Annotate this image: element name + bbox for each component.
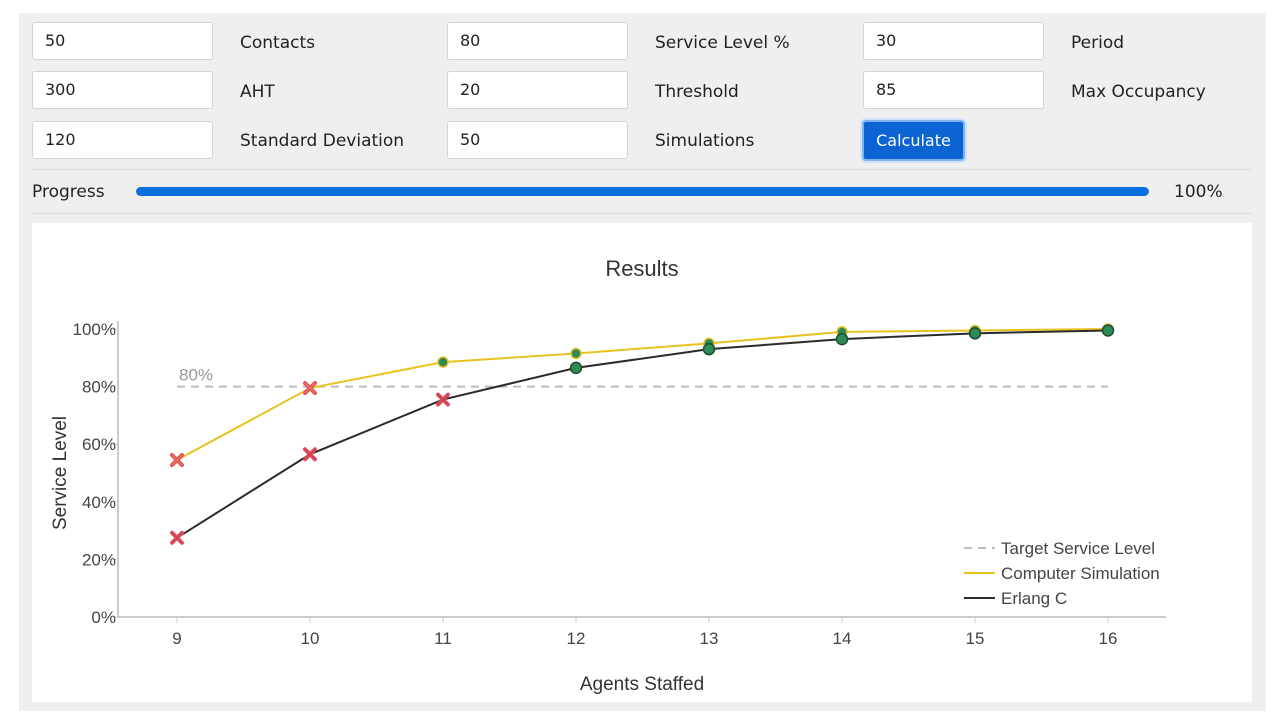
x-tick-label: 14 — [833, 629, 852, 648]
x-tick-label: 12 — [567, 629, 586, 648]
target-line-label: 80% — [179, 366, 213, 385]
threshold-input[interactable]: 20 — [447, 71, 628, 109]
data-point-outline — [171, 454, 183, 466]
data-point-outline — [171, 532, 183, 544]
max-occupancy-label: Max Occupancy — [1071, 82, 1206, 102]
aht-label: AHT — [240, 82, 275, 102]
service-level-label: Service Level % — [655, 33, 790, 53]
aht-input[interactable]: 300 — [32, 71, 213, 109]
service-level-input[interactable]: 80 — [447, 22, 628, 60]
data-point — [437, 356, 449, 368]
data-point — [570, 347, 582, 360]
y-tick-label: 20% — [82, 550, 116, 569]
y-axis-label: Service Level — [50, 416, 71, 530]
progress-label: Progress — [32, 182, 105, 202]
x-tick-label: 15 — [966, 629, 985, 648]
x-tick-label: 11 — [434, 629, 452, 648]
threshold-label: Threshold — [655, 82, 739, 102]
data-point — [968, 327, 982, 340]
divider — [32, 213, 1252, 214]
x-tick-label: 13 — [700, 629, 719, 648]
progress-fill — [136, 187, 1149, 196]
legend-label: Computer Simulation — [1001, 564, 1160, 583]
results-chart: Results Agents Staffed Service Level 0% 2… — [50, 256, 1166, 695]
y-tick-label: 0% — [91, 608, 116, 627]
y-tick-label: 60% — [82, 435, 116, 454]
series-line — [176, 328, 1109, 461]
data-point — [702, 342, 716, 356]
max-occupancy-input[interactable]: 85 — [863, 71, 1044, 109]
divider — [32, 169, 1252, 170]
x-tick-label: 16 — [1099, 629, 1118, 648]
results-chart-container: Results Agents Staffed Service Level 0% 2… — [32, 223, 1252, 702]
data-point — [835, 332, 849, 346]
calculate-button[interactable]: Calculate — [862, 120, 965, 161]
contacts-input[interactable]: 50 — [32, 22, 213, 60]
progress-bar — [136, 187, 1149, 196]
y-tick-label: 100% — [73, 320, 116, 339]
x-axis-label: Agents Staffed — [580, 674, 704, 695]
contacts-label: Contacts — [240, 33, 315, 53]
x-tick-label: 10 — [301, 629, 320, 648]
std-dev-label: Standard Deviation — [240, 131, 405, 151]
data-point — [569, 361, 583, 375]
x-tick-label: 9 — [172, 629, 181, 648]
legend-label: Erlang C — [1001, 589, 1067, 608]
simulations-input[interactable]: 50 — [447, 121, 628, 159]
std-dev-input[interactable]: 120 — [32, 121, 213, 159]
y-tick-label: 40% — [82, 493, 116, 512]
progress-percent: 100% — [1174, 182, 1223, 202]
data-point — [1101, 324, 1115, 337]
period-label: Period — [1071, 33, 1125, 53]
y-tick-label: 80% — [82, 378, 116, 397]
data-point-outline — [304, 448, 316, 460]
simulations-label: Simulations — [655, 131, 755, 151]
chart-title: Results — [605, 256, 678, 281]
legend-label: Target Service Level — [1001, 539, 1155, 558]
series-line — [176, 329, 1109, 539]
period-input[interactable]: 30 — [863, 22, 1044, 60]
